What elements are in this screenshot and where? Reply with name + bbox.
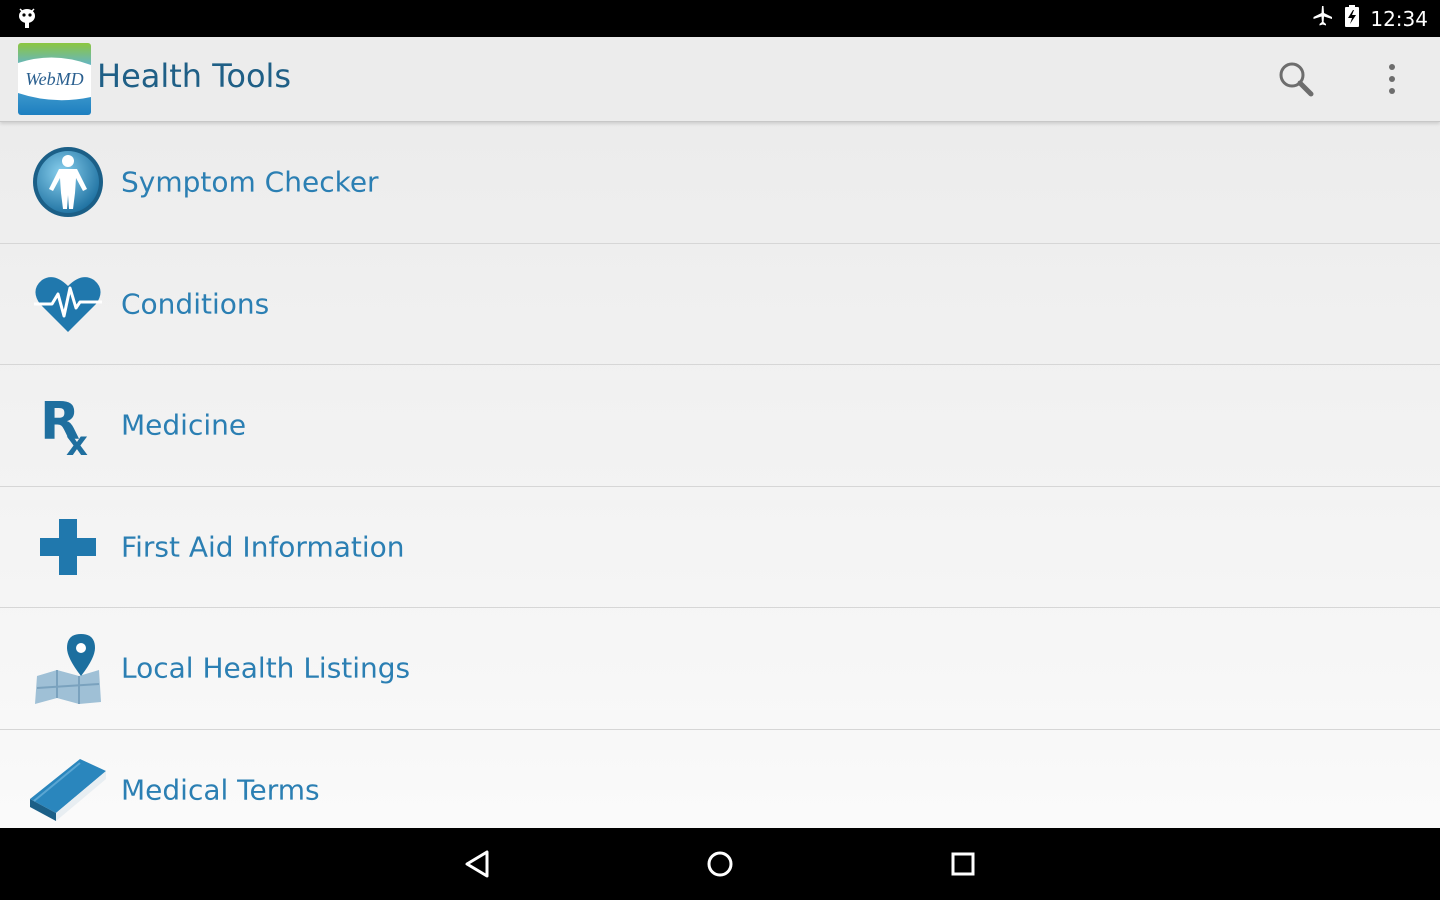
overflow-menu-button[interactable]: [1378, 59, 1406, 99]
recents-button[interactable]: [943, 844, 983, 884]
medical-cross-icon: [28, 507, 108, 587]
list-item-label: Local Health Listings: [121, 651, 411, 685]
battery-charging-icon: [1344, 4, 1360, 33]
webmd-logo: WebMD: [18, 43, 91, 115]
list-item-label: First Aid Information: [121, 530, 405, 564]
status-bar: 12:34: [0, 0, 1440, 37]
airplane-icon: [1310, 4, 1334, 33]
navigation-bar: [0, 828, 1440, 900]
search-icon: [1279, 62, 1314, 97]
logo-text: WebMD: [25, 69, 83, 89]
list-item-label: Conditions: [121, 287, 270, 321]
list-item-symptom-checker[interactable]: Symptom Checker: [0, 122, 1440, 244]
action-bar: WebMD Health Tools: [0, 37, 1440, 122]
recents-icon: [951, 852, 975, 876]
overflow-menu-icon: [1389, 64, 1395, 94]
list-item-label: Symptom Checker: [121, 165, 379, 199]
search-button[interactable]: [1276, 59, 1316, 99]
rx-icon: R x: [28, 385, 108, 465]
list-item-conditions[interactable]: Conditions: [0, 244, 1440, 365]
map-pin-icon: [28, 628, 108, 708]
list-item-medicine[interactable]: R x Medicine: [0, 365, 1440, 487]
list-item-first-aid[interactable]: First Aid Information: [0, 487, 1440, 608]
back-button[interactable]: [458, 844, 498, 884]
heart-pulse-icon: [28, 264, 108, 344]
book-icon: [28, 750, 108, 828]
page-title: Health Tools: [97, 57, 292, 95]
svg-text:x: x: [66, 424, 88, 457]
health-tools-list: Symptom Checker Conditions R x Medicine …: [0, 122, 1440, 828]
list-item-label: Medicine: [121, 408, 247, 442]
home-button[interactable]: [700, 844, 740, 884]
list-item-label: Medical Terms: [121, 773, 320, 807]
status-time: 12:34: [1370, 6, 1428, 31]
home-icon: [707, 851, 733, 877]
android-debug-icon: [16, 6, 38, 30]
list-item-medical-terms[interactable]: Medical Terms: [0, 730, 1440, 829]
list-item-local-health[interactable]: Local Health Listings: [0, 608, 1440, 730]
back-icon: [465, 850, 489, 878]
body-figure-icon: [28, 142, 108, 222]
